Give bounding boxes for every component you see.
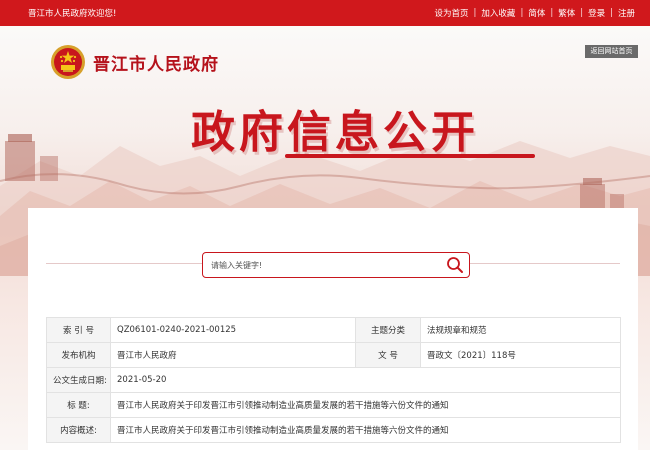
traditional-chinese-link[interactable]: 繁体	[558, 7, 575, 19]
divider: |	[520, 8, 524, 18]
top-links: 设为首页 | 加入收藏 | 简体 | 繁体 | 登录 | 注册	[435, 7, 635, 19]
table-row: 公文生成日期: 2021-05-20	[46, 367, 621, 393]
summary-label: 内容概述:	[46, 417, 111, 443]
title-underline	[285, 154, 535, 158]
divider: |	[550, 8, 554, 18]
document-number-label: 文 号	[355, 342, 421, 368]
site-logo[interactable]: 晋江市人民政府	[50, 44, 219, 80]
page-title: 政府信息公开	[191, 107, 479, 158]
login-link[interactable]: 登录	[588, 7, 605, 19]
divider: |	[473, 8, 477, 18]
simplified-chinese-link[interactable]: 简体	[528, 7, 545, 19]
index-number-label: 索 引 号	[46, 317, 111, 343]
back-home-button[interactable]: 返回网站首页	[585, 45, 638, 58]
site-name: 晋江市人民政府	[93, 54, 219, 75]
document-info-table: 索 引 号 QZ06101-0240-2021-00125 主题分类 法规规章和…	[46, 317, 621, 443]
title-label: 标 题:	[46, 392, 111, 418]
issuer-label: 发布机构	[46, 342, 111, 368]
register-link[interactable]: 注册	[618, 7, 635, 19]
national-emblem-icon	[51, 45, 85, 79]
category-label: 主题分类	[355, 317, 421, 343]
index-number-value: QZ06101-0240-2021-00125	[110, 317, 356, 343]
table-row: 发布机构 晋江市人民政府 文 号 晋政文〔2021〕118号	[46, 342, 621, 368]
document-number-value: 晋政文〔2021〕118号	[420, 342, 621, 368]
search-input[interactable]	[203, 260, 441, 270]
summary-value: 晋江市人民政府关于印发晋江市引领推动制造业高质量发展的若干措施等六份文件的通知	[110, 417, 621, 443]
add-favorite-link[interactable]: 加入收藏	[481, 7, 515, 19]
search-box	[202, 252, 470, 278]
table-row: 内容概述: 晋江市人民政府关于印发晋江市引领推动制造业高质量发展的若干措施等六份…	[46, 417, 621, 443]
table-row: 索 引 号 QZ06101-0240-2021-00125 主题分类 法规规章和…	[46, 317, 621, 343]
welcome-text: 晋江市人民政府欢迎您!	[28, 9, 117, 19]
title-value: 晋江市人民政府关于印发晋江市引领推动制造业高质量发展的若干措施等六份文件的通知	[110, 392, 621, 418]
divider: |	[580, 8, 584, 18]
table-row: 标 题: 晋江市人民政府关于印发晋江市引领推动制造业高质量发展的若干措施等六份文…	[46, 392, 621, 418]
search-icon	[447, 257, 463, 273]
set-homepage-link[interactable]: 设为首页	[435, 7, 469, 19]
top-bar: 晋江市人民政府欢迎您! 设为首页 | 加入收藏 | 简体 | 繁体 | 登录 |…	[0, 0, 650, 26]
generation-date-label: 公文生成日期:	[46, 367, 111, 393]
category-value: 法规规章和规范	[420, 317, 621, 343]
divider: |	[610, 8, 613, 18]
main-content: 索 引 号 QZ06101-0240-2021-00125 主题分类 法规规章和…	[28, 208, 638, 450]
issuer-value: 晋江市人民政府	[110, 342, 356, 368]
search-button[interactable]	[441, 253, 469, 277]
generation-date-value: 2021-05-20	[110, 367, 621, 393]
